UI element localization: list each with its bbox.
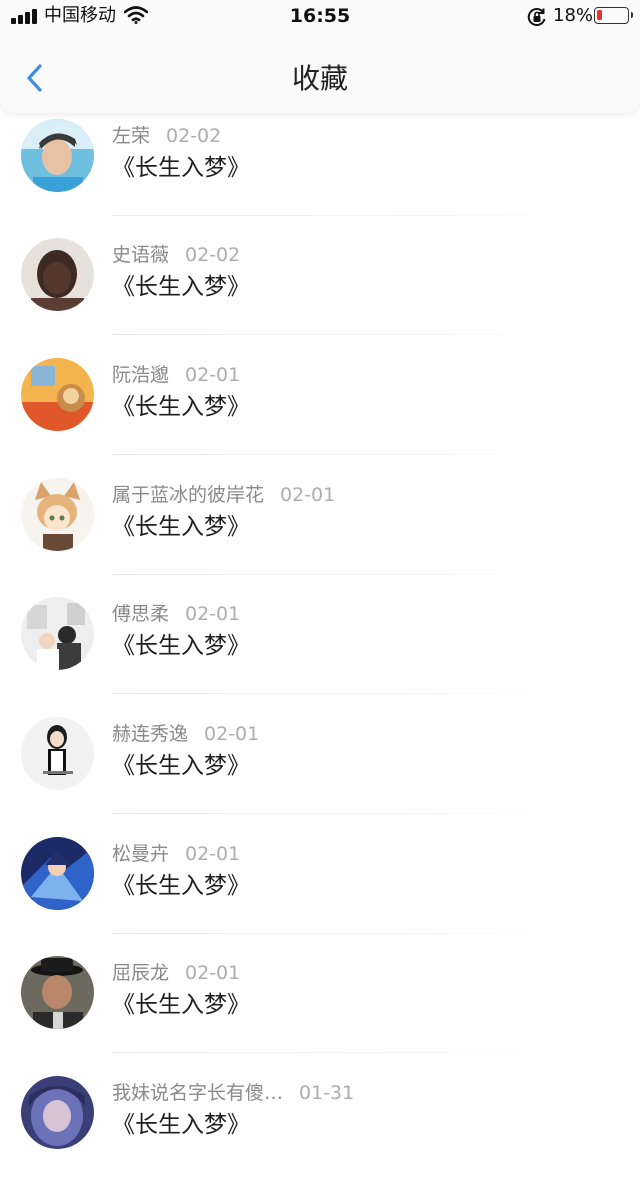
page-title: 收藏 (291, 62, 348, 95)
avatar[interactable] (21, 1076, 94, 1149)
book-title[interactable]: 《长生入梦》 (112, 871, 250, 901)
divider (112, 454, 532, 455)
divider (112, 813, 532, 814)
favorite-date: 02-01 (185, 962, 241, 984)
favorites-list[interactable]: 左荣 02-02 《长生入梦》 史语薇 02-02 《长生入梦》 阮浩邈 02-… (0, 0, 640, 1149)
favorite-date: 02-01 (185, 843, 241, 865)
book-title[interactable]: 《长生入梦》 (112, 392, 250, 422)
favorite-meta: 阮浩邈 02-01 (112, 362, 240, 388)
author-name[interactable]: 傅思柔 (112, 603, 169, 625)
divider (112, 693, 532, 694)
list-item[interactable]: 赫连秀逸 02-01 《长生入梦》 (0, 717, 640, 836)
author-name[interactable]: 属于蓝冰的彼岸花 (112, 484, 264, 506)
divider (112, 574, 532, 575)
book-title[interactable]: 《长生入梦》 (112, 153, 250, 183)
author-name[interactable]: 史语薇 (112, 244, 169, 266)
author-name[interactable]: 阮浩邈 (112, 364, 169, 386)
favorite-date: 02-01 (204, 723, 260, 745)
favorite-date: 01-31 (299, 1082, 355, 1104)
favorite-date: 02-02 (185, 244, 241, 266)
avatar[interactable] (21, 119, 94, 192)
list-item[interactable]: 史语薇 02-02 《长生入梦》 (0, 238, 640, 357)
avatar[interactable] (21, 717, 94, 790)
divider (112, 215, 532, 216)
favorite-meta: 史语薇 02-02 (112, 242, 240, 268)
list-item[interactable]: 松曼卉 02-01 《长生入梦》 (0, 837, 640, 956)
book-title[interactable]: 《长生入梦》 (112, 990, 250, 1020)
favorite-meta: 傅思柔 02-01 (112, 601, 240, 627)
favorite-date: 02-01 (185, 603, 241, 625)
favorite-meta: 属于蓝冰的彼岸花 02-01 (112, 482, 335, 508)
favorite-date: 02-01 (185, 364, 241, 386)
book-title[interactable]: 《长生入梦》 (112, 272, 250, 302)
author-name[interactable]: 赫连秀逸 (112, 723, 188, 745)
favorite-meta: 我妹说名字长有傻… 01-31 (112, 1080, 354, 1106)
avatar[interactable] (21, 238, 94, 311)
divider (112, 933, 532, 934)
favorite-date: 02-02 (166, 125, 222, 147)
author-name[interactable]: 松曼卉 (112, 843, 169, 865)
list-item[interactable]: 左荣 02-02 《长生入梦》 (0, 119, 640, 238)
avatar[interactable] (21, 358, 94, 431)
avatar[interactable] (21, 597, 94, 670)
battery-level (597, 10, 602, 20)
book-title[interactable]: 《长生入梦》 (112, 751, 250, 781)
book-title[interactable]: 《长生入梦》 (112, 512, 250, 542)
list-item[interactable]: 我妹说名字长有傻… 01-31 《长生入梦》 (0, 1076, 640, 1195)
divider (112, 1052, 532, 1053)
favorite-meta: 赫连秀逸 02-01 (112, 721, 259, 747)
divider (112, 334, 532, 335)
avatar[interactable] (21, 478, 94, 551)
book-title[interactable]: 《长生入梦》 (112, 1110, 250, 1140)
favorite-meta: 屈辰龙 02-01 (112, 960, 240, 986)
list-item[interactable]: 傅思柔 02-01 《长生入梦》 (0, 597, 640, 716)
avatar[interactable] (21, 956, 94, 1029)
favorite-meta: 松曼卉 02-01 (112, 841, 240, 867)
rotation-lock-icon (527, 8, 546, 26)
list-item[interactable]: 阮浩邈 02-01 《长生入梦》 (0, 358, 640, 477)
author-name[interactable]: 屈辰龙 (112, 962, 169, 984)
battery-percentage: 18% (553, 5, 594, 26)
battery-icon (594, 7, 633, 24)
author-name[interactable]: 我妹说名字长有傻… (112, 1082, 283, 1104)
avatar[interactable] (21, 837, 94, 910)
list-item[interactable]: 属于蓝冰的彼岸花 02-01 《长生入梦》 (0, 478, 640, 597)
favorite-date: 02-01 (280, 484, 336, 506)
status-bar: 中国移动 16:55 18% (0, 0, 640, 34)
book-title[interactable]: 《长生入梦》 (112, 631, 250, 661)
favorite-meta: 左荣 02-02 (112, 123, 221, 149)
list-item[interactable]: 屈辰龙 02-01 《长生入梦》 (0, 956, 640, 1075)
author-name[interactable]: 左荣 (112, 125, 150, 147)
